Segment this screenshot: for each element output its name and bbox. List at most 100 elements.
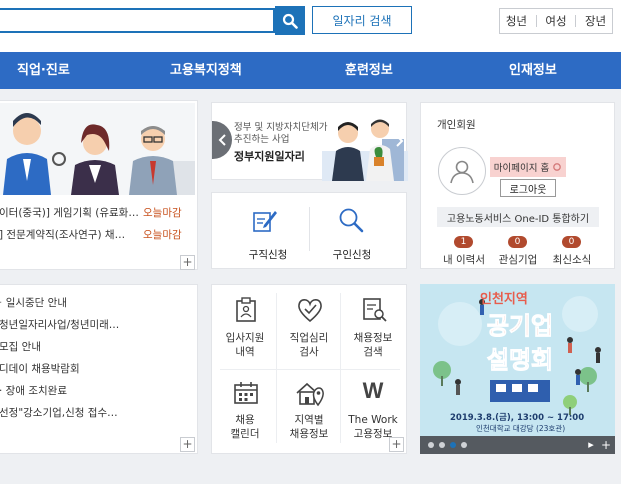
resume-count-badge: 1 bbox=[454, 236, 473, 248]
job-row-2[interactable]: ] 전문계약직(조사연구) 채… bbox=[0, 227, 125, 242]
service-label-line2: 캘린더 bbox=[230, 428, 260, 441]
house-pin-icon bbox=[296, 382, 324, 407]
chevron-right-icon bbox=[396, 135, 404, 147]
banner-dot[interactable] bbox=[428, 442, 434, 448]
target-senior[interactable]: 장년 bbox=[582, 13, 609, 29]
services-more-button[interactable]: + bbox=[389, 437, 404, 452]
divider bbox=[340, 293, 341, 443]
search-button[interactable] bbox=[275, 6, 305, 35]
document-search-icon bbox=[363, 298, 387, 322]
gov-jobs-banner[interactable]: 정부 및 지방자치단체가 추진하는 사업 정부지원일자리 bbox=[211, 102, 408, 181]
recruit-apply-label: 구인신청 bbox=[332, 249, 372, 261]
user-icon bbox=[450, 160, 474, 184]
target-women[interactable]: 여성 bbox=[542, 13, 569, 29]
event-title-line1: 공기업 bbox=[486, 312, 554, 341]
service-label-line2: 채용정보 bbox=[289, 428, 329, 441]
job-search-button[interactable]: 일자리 검색 bbox=[312, 6, 412, 34]
stat-latest-news[interactable]: 최신소식 bbox=[542, 252, 602, 267]
heart-check-icon bbox=[298, 299, 322, 323]
service-label-line2: 검사 bbox=[299, 346, 319, 359]
notice-item-1[interactable]: · 일시중단 안내 bbox=[0, 295, 67, 310]
avatar bbox=[438, 147, 486, 195]
job-apply-button[interactable]: 구직신청 bbox=[240, 201, 296, 263]
member-panel: 개인회원 마이페이지 홈 로그아웃 고용노동서비스 One-ID 통합하기 1 … bbox=[420, 102, 615, 269]
notices-more-button[interactable]: + bbox=[180, 437, 195, 452]
logout-button[interactable]: 로그아웃 bbox=[500, 179, 556, 197]
recruit-apply-button[interactable]: 구인신청 bbox=[324, 201, 380, 263]
banner-play-button[interactable]: ▸ bbox=[584, 437, 598, 453]
notice-item-5[interactable]: · 장애 조치완료 bbox=[0, 383, 67, 398]
divider bbox=[309, 207, 310, 251]
divider bbox=[276, 293, 277, 443]
service-label-line1: 직업심리 bbox=[289, 332, 329, 344]
nav-training[interactable]: 훈련정보 bbox=[345, 52, 393, 89]
one-id-button[interactable]: 고용노동서비스 One-ID 통합하기 bbox=[437, 207, 599, 227]
calendar-icon bbox=[234, 382, 258, 404]
magnifier-icon bbox=[339, 208, 364, 233]
notice-item-2[interactable]: 청년일자리사업/청년미래… bbox=[0, 317, 119, 332]
chevron-left-icon bbox=[218, 134, 226, 146]
main-nav: 직업·진로 고용복지정책 훈련정보 인재정보 bbox=[0, 52, 621, 89]
service-recruit-calendar[interactable]: 채용 캘린더 bbox=[214, 373, 276, 451]
service-label-line1: 채용정보 bbox=[353, 332, 393, 344]
edit-form-icon bbox=[253, 211, 277, 232]
job-row-1[interactable]: 이터(중국)] 게임기획 (유료화… bbox=[0, 205, 139, 220]
notices-panel: · 일시중단 안내 청년일자리사업/청년미래… 모집 안내 디데이 채용박람회 … bbox=[0, 284, 198, 454]
clipboard-icon bbox=[236, 297, 256, 322]
event-date: 2019.3.8.(금), 13:00 ~ 17:00 bbox=[450, 413, 585, 423]
service-label-line1: 입사지원 bbox=[225, 332, 265, 344]
notice-item-3[interactable]: 모집 안내 bbox=[0, 339, 41, 354]
service-psych-test[interactable]: 직업심리 검사 bbox=[278, 289, 340, 367]
search-icon bbox=[282, 13, 298, 29]
services-panel: 입사지원 내역 직업심리 검사 채용정보 검색 채용 캘린더 지역별 채용정보 … bbox=[211, 284, 407, 454]
banner-dot[interactable] bbox=[461, 442, 467, 448]
notice-item-4[interactable]: 디데이 채용박람회 bbox=[0, 361, 80, 376]
quick-apply-panel: 구직신청 구인신청 bbox=[211, 192, 407, 269]
service-label-line1: 채용 bbox=[235, 414, 255, 426]
notice-item-6[interactable]: 선정"강소기업,신청 접수… bbox=[0, 405, 118, 420]
banner-dot-active[interactable] bbox=[450, 442, 456, 448]
service-label-line1: 지역별 bbox=[294, 414, 324, 426]
event-place: 인천대학교 대강당 (23호관) bbox=[476, 424, 566, 433]
job-deadline-2: 오늘마감 bbox=[143, 229, 182, 241]
jobs-panel: 이터(중국)] 게임기획 (유료화… 오늘마감 ] 전문계약직(조사연구) 채…… bbox=[0, 100, 198, 270]
search-input[interactable] bbox=[0, 10, 273, 31]
people-illustration bbox=[0, 103, 195, 195]
job-apply-label: 구직신청 bbox=[248, 249, 288, 261]
service-application-history[interactable]: 입사지원 내역 bbox=[214, 289, 276, 367]
service-regional-jobs[interactable]: 지역별 채용정보 bbox=[278, 373, 340, 451]
target-group-tabs: 청년 여성 장년 bbox=[499, 8, 613, 34]
event-region: 인천지역 bbox=[480, 292, 528, 307]
job-deadline-1: 오늘마감 bbox=[143, 207, 182, 219]
banner-next-button[interactable] bbox=[396, 127, 406, 155]
gov-banner-title: 정부지원일자리 bbox=[234, 150, 305, 163]
nav-welfare-policy[interactable]: 고용복지정책 bbox=[170, 52, 242, 89]
event-banner[interactable]: 인천지역 공기업 설명회 2019.3.8.(금), 13:00 ~ 17:00… bbox=[420, 284, 615, 454]
mypage-home-label: 마이페이지 홈 bbox=[493, 163, 550, 174]
banner-more-button[interactable]: + bbox=[599, 437, 613, 453]
event-title-line2: 설명회 bbox=[486, 346, 554, 375]
news-count-badge: 0 bbox=[562, 236, 581, 248]
nav-talent[interactable]: 인재정보 bbox=[509, 52, 557, 89]
service-label-line1: The Work bbox=[348, 414, 398, 426]
stat-resume[interactable]: 내 이력서 bbox=[434, 252, 494, 267]
service-label-line2: 검색 bbox=[363, 346, 383, 359]
divider bbox=[220, 369, 400, 370]
gear-icon bbox=[553, 163, 562, 171]
service-job-search[interactable]: 채용정보 검색 bbox=[342, 289, 404, 367]
target-youth[interactable]: 청년 bbox=[503, 13, 530, 29]
mypage-home-button[interactable]: 마이페이지 홈 bbox=[490, 157, 566, 177]
stat-interest-company[interactable]: 관심기업 bbox=[488, 252, 548, 267]
banner-prev-button[interactable] bbox=[212, 121, 232, 159]
the-work-logo-icon: W bbox=[362, 378, 384, 403]
nav-career[interactable]: 직업·진로 bbox=[17, 52, 70, 89]
jobs-more-button[interactable]: + bbox=[180, 255, 195, 270]
interest-count-badge: 0 bbox=[508, 236, 527, 248]
banner-dot[interactable] bbox=[439, 442, 445, 448]
divider bbox=[575, 15, 577, 27]
member-title: 개인회원 bbox=[437, 119, 476, 131]
search-input-box[interactable] bbox=[0, 8, 275, 33]
banner-dots bbox=[428, 442, 467, 448]
gov-banner-line2: 추진하는 사업 bbox=[234, 134, 290, 145]
divider bbox=[535, 15, 537, 27]
